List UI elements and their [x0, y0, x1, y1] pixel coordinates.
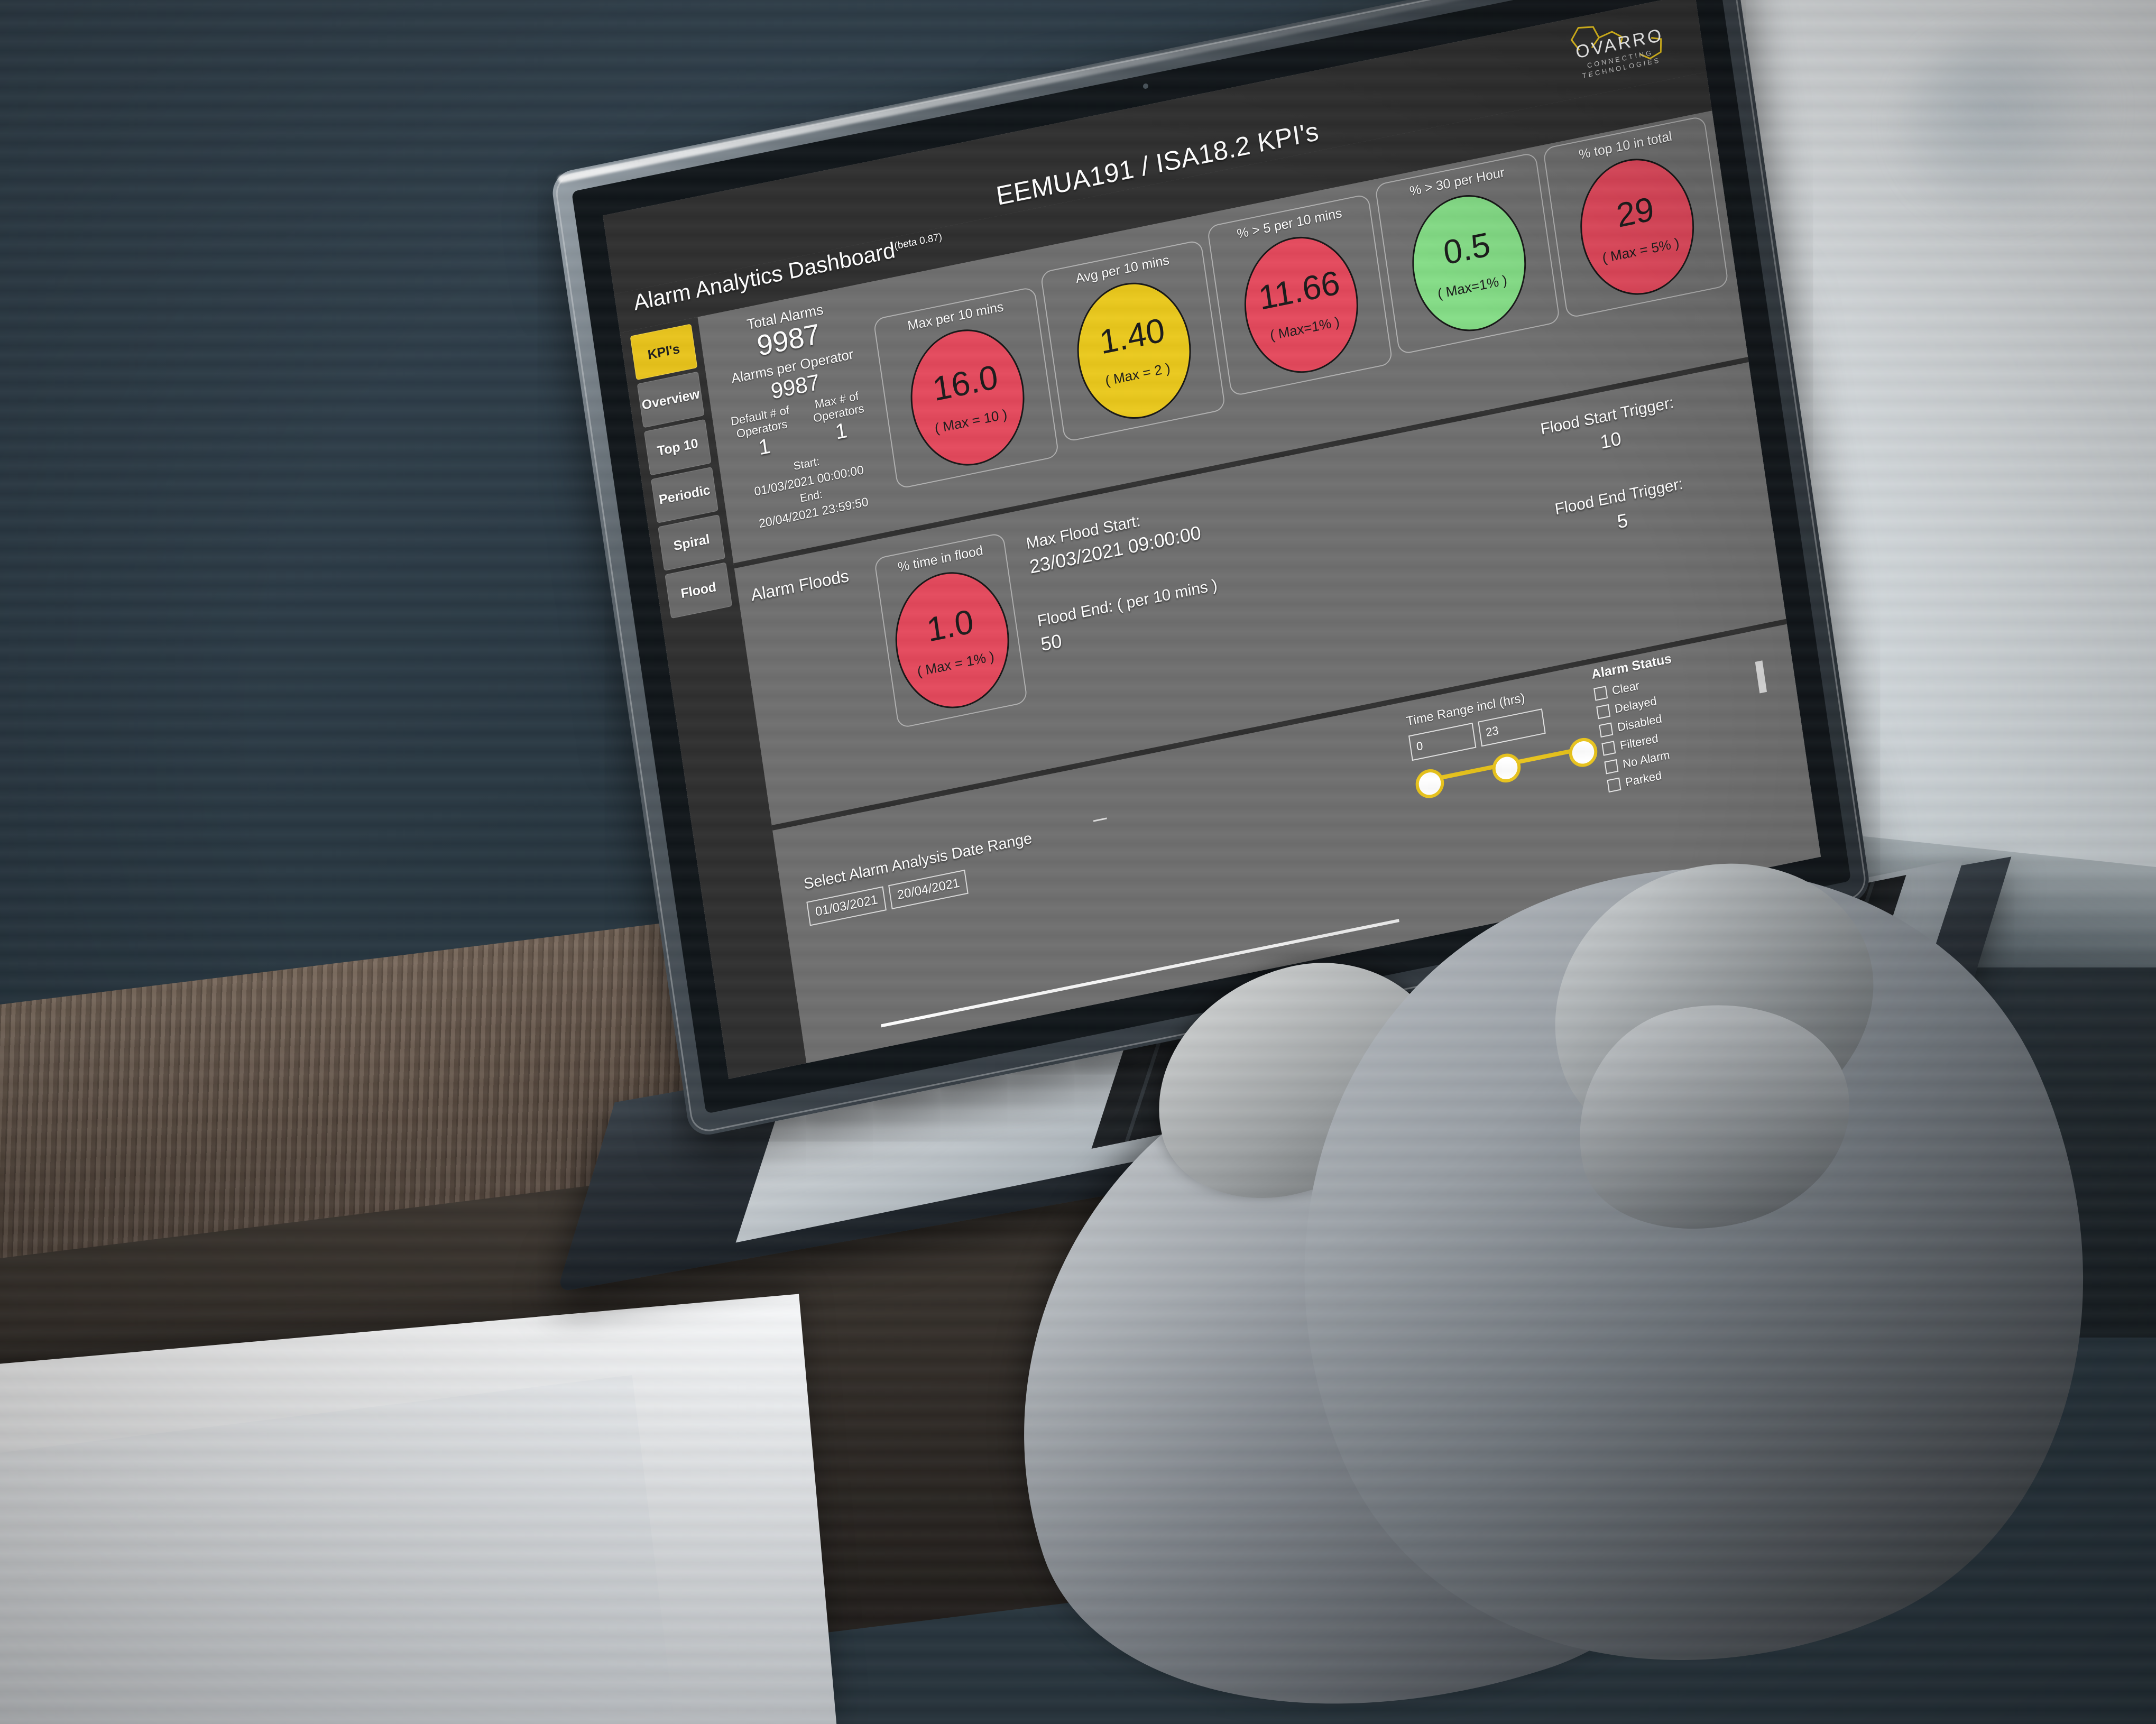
kpi-title: Avg per 10 mins — [1074, 252, 1171, 287]
kpi-title: % time in flood — [897, 543, 984, 575]
alarm-status-group: Alarm Status Clear Delayed Disabled Filt… — [1590, 651, 1689, 794]
kpi-bubble: 1.0 ( Max = 1% ) — [886, 561, 1018, 719]
sidebar-item-top10[interactable]: Top 10 — [643, 419, 712, 476]
sidebar-item-label: Flood — [679, 579, 717, 601]
sidebar-item-flood[interactable]: Flood — [665, 562, 733, 619]
window-glare — [1902, 32, 2124, 222]
kpi-value: 11.66 — [1256, 263, 1342, 317]
kpi-card-pct-time-in-flood[interactable]: % time in flood 1.0 ( Max = 1% ) — [873, 532, 1028, 729]
checkbox-icon[interactable] — [1599, 722, 1614, 738]
flood-end-trigger-group: Flood End Trigger: 5 — [1483, 460, 1759, 559]
kpi-max: ( Max = 2 ) — [1104, 359, 1172, 389]
max-operators-cell: Max # of Operators 1 — [802, 387, 877, 450]
kpi-bubble: 16.0 ( Max = 10 ) — [901, 319, 1034, 476]
sidebar-item-spiral[interactable]: Spiral — [658, 514, 725, 571]
kpi-bubble: 1.40 ( Max = 2 ) — [1068, 272, 1200, 429]
default-operators-cell: Default # of Operators 1 — [725, 403, 800, 466]
checkbox-icon[interactable] — [1607, 777, 1621, 793]
time-from-input[interactable]: 0 — [1408, 722, 1477, 761]
date-range-group: Select Alarm Analysis Date Range 01/03/2… — [803, 817, 1107, 926]
flood-triggers: Flood Start Trigger: 10 Flood End Trigge… — [1470, 373, 1786, 676]
checkbox-icon[interactable] — [1601, 741, 1616, 756]
kpi-value: 29 — [1614, 189, 1656, 235]
checkbox-icon[interactable] — [1596, 704, 1611, 720]
kpi-value: 16.0 — [930, 357, 1000, 408]
kpi-title: % > 5 per 10 mins — [1236, 205, 1343, 242]
kpi-max: ( Max=1% ) — [1436, 271, 1508, 302]
totals-panel: Total Alarms 9987 Alarms per Operator 99… — [697, 283, 900, 563]
checkbox-icon[interactable] — [1593, 686, 1608, 701]
kpi-value: 1.40 — [1097, 310, 1167, 362]
kpi-max: ( Max = 1% ) — [916, 648, 996, 679]
alarm-status-list: Clear Delayed Disabled Filtered No Alarm… — [1593, 671, 1689, 793]
kpi-card-pct-top-10-in-total[interactable]: % top 10 in total 29 ( Max = 5% ) — [1543, 115, 1729, 319]
kpi-card-pct-gt-30-per-hour[interactable]: % > 30 per Hour 0.5 ( Max=1% ) — [1374, 152, 1561, 355]
sidebar-item-overview[interactable]: Overview — [637, 371, 705, 428]
kpi-max: ( Max=1% ) — [1269, 313, 1341, 343]
kpi-card-avg-per-10-mins[interactable]: Avg per 10 mins 1.40 ( Max = 2 ) — [1039, 239, 1226, 443]
date-range-separator-icon — [1093, 817, 1107, 822]
kpi-bubble: 29 ( Max = 5% ) — [1571, 148, 1703, 306]
sidebar-item-label: Spiral — [672, 531, 711, 554]
kpi-bubble: 11.66 ( Max=1% ) — [1235, 226, 1367, 383]
webcam-icon — [1143, 83, 1149, 89]
kpi-value: 1.0 — [924, 602, 976, 649]
time-to-input[interactable]: 23 — [1478, 708, 1546, 747]
kpi-title: % > 30 per Hour — [1408, 165, 1506, 199]
sidebar-item-label: KPI's — [647, 341, 681, 363]
checkbox-label: Filtered — [1619, 731, 1660, 752]
kpi-card-pct-gt-5-per-10-mins[interactable]: % > 5 per 10 mins 11.66 ( Max=1% ) — [1206, 193, 1393, 397]
date-to-input[interactable]: 20/04/2021 — [888, 869, 969, 909]
slider-handle-mid[interactable] — [1490, 751, 1523, 785]
sidebar-item-periodic[interactable]: Periodic — [651, 466, 718, 523]
checkbox-label: Disabled — [1616, 712, 1663, 734]
checkbox-label: Clear — [1611, 678, 1641, 697]
photo-scene: OVARRO CONNECTING TECHNOLOGIES EEMUA191 … — [0, 0, 2156, 1724]
sidebar-item-label: Overview — [641, 386, 701, 413]
date-from-input[interactable]: 01/03/2021 — [806, 886, 887, 926]
kpi-bubble: 0.5 ( Max=1% ) — [1403, 185, 1535, 342]
sidebar-item-label: Periodic — [658, 482, 712, 508]
checkbox-label: Delayed — [1614, 694, 1658, 716]
sidebar-item-kpis[interactable]: KPI's — [630, 324, 698, 381]
sidebar-item-label: Top 10 — [656, 435, 699, 459]
kpi-max: ( Max = 5% ) — [1601, 234, 1681, 266]
panel-resize-handle[interactable] — [1755, 660, 1767, 694]
kpi-card-max-per-10-mins[interactable]: Max per 10 mins 16.0 ( Max = 10 ) — [873, 286, 1059, 490]
checkbox-label: Parked — [1624, 768, 1663, 789]
kpi-title: Max per 10 mins — [906, 299, 1005, 334]
slider-handle-right[interactable] — [1567, 735, 1599, 770]
checkbox-icon[interactable] — [1604, 759, 1619, 775]
kpi-max: ( Max = 10 ) — [933, 405, 1008, 436]
kpi-value: 0.5 — [1441, 225, 1493, 272]
slider-handle-left[interactable] — [1414, 767, 1446, 801]
